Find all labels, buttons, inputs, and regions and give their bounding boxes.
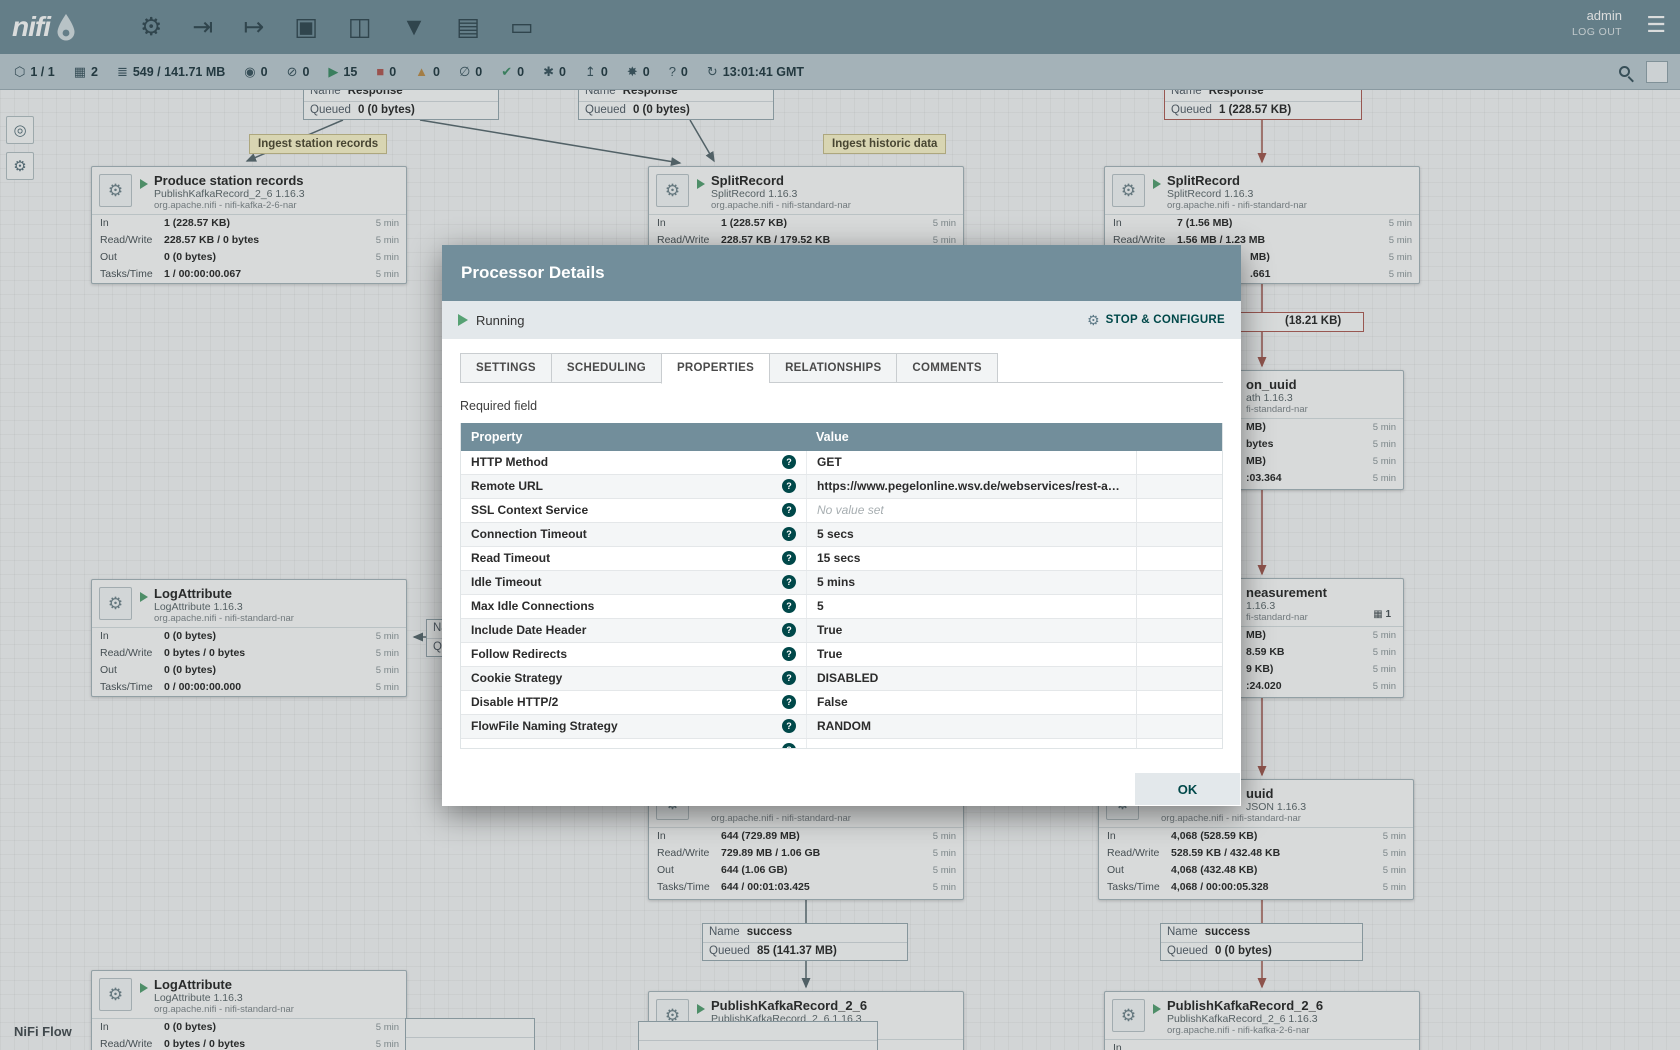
property-value: DISABLED — [806, 667, 1136, 690]
property-name-text: HTTP Method — [471, 455, 548, 469]
property-row[interactable]: HTTP Method? GET — [461, 451, 1222, 475]
property-name: Connection Timeout? — [461, 523, 806, 546]
help-icon[interactable]: ? — [782, 671, 796, 685]
tab-settings[interactable]: SETTINGS — [460, 353, 551, 383]
filler-cell — [1136, 643, 1222, 666]
property-value: 5 secs — [806, 523, 1136, 546]
property-value — [806, 739, 1136, 748]
property-name: Remote URL? — [461, 475, 806, 498]
property-value: True — [806, 643, 1136, 666]
property-name-text: Disable HTTP/2 — [471, 695, 558, 709]
help-icon[interactable]: ? — [782, 551, 796, 565]
property-value: 15 secs — [806, 547, 1136, 570]
stop-configure-label: STOP & CONFIGURE — [1106, 314, 1225, 326]
property-value: 5 — [806, 595, 1136, 618]
help-icon[interactable]: ? — [782, 503, 796, 517]
property-value: False — [806, 691, 1136, 714]
property-row[interactable]: FlowFile Naming Strategy? RANDOM — [461, 715, 1222, 739]
property-row[interactable]: Follow Redirects? True — [461, 643, 1222, 667]
property-row[interactable]: Idle Timeout? 5 mins — [461, 571, 1222, 595]
help-icon[interactable]: ? — [782, 623, 796, 637]
help-icon[interactable]: ? — [782, 719, 796, 733]
filler-cell — [1136, 739, 1222, 748]
property-name: Max Idle Connections? — [461, 595, 806, 618]
property-name-text: Idle Timeout — [471, 575, 541, 589]
ok-button[interactable]: OK — [1135, 773, 1240, 805]
filler-cell — [1136, 715, 1222, 738]
property-name: Cookie Strategy? — [461, 667, 806, 690]
property-name: HTTP Method? — [461, 451, 806, 474]
table-header: Property Value — [461, 423, 1222, 451]
property-name-text: SSL Context Service — [471, 503, 588, 517]
help-icon[interactable]: ? — [782, 743, 796, 748]
help-icon[interactable]: ? — [782, 575, 796, 589]
running-icon — [458, 314, 468, 326]
property-name: Include Date Header? — [461, 619, 806, 642]
property-name: Follow Redirects? — [461, 643, 806, 666]
filler-cell — [1136, 451, 1222, 474]
dialog-tabs: SETTINGS SCHEDULING PROPERTIES RELATIONS… — [460, 353, 1223, 383]
property-name: Idle Timeout? — [461, 571, 806, 594]
tab-scheduling[interactable]: SCHEDULING — [551, 353, 661, 383]
filler-cell — [1136, 619, 1222, 642]
property-name-text: Connection Timeout — [471, 527, 587, 541]
property-name: Disable HTTP/2? — [461, 691, 806, 714]
help-icon[interactable]: ? — [782, 599, 796, 613]
property-name: ? — [461, 739, 806, 748]
help-icon[interactable]: ? — [782, 695, 796, 709]
column-property: Property — [461, 423, 806, 451]
property-row[interactable]: ? — [461, 739, 1222, 748]
property-name-text: Max Idle Connections — [471, 599, 594, 613]
property-value: No value set — [806, 499, 1136, 522]
properties-table: Property Value HTTP Method? GET Remote U… — [460, 423, 1223, 749]
filler-cell — [1136, 499, 1222, 522]
property-name-text: Read Timeout — [471, 551, 550, 565]
property-name: FlowFile Naming Strategy? — [461, 715, 806, 738]
property-row[interactable]: Remote URL? https://www.pegelonline.wsv.… — [461, 475, 1222, 499]
required-field-note: Required field — [460, 399, 1223, 413]
filler-cell — [1136, 691, 1222, 714]
property-row[interactable]: Read Timeout? 15 secs — [461, 547, 1222, 571]
tab-comments[interactable]: COMMENTS — [896, 353, 997, 383]
property-name: Read Timeout? — [461, 547, 806, 570]
help-icon[interactable]: ? — [782, 527, 796, 541]
stop-configure-button[interactable]: ⚙ STOP & CONFIGURE — [1087, 312, 1225, 329]
property-row[interactable]: SSL Context Service? No value set — [461, 499, 1222, 523]
property-row[interactable]: Cookie Strategy? DISABLED — [461, 667, 1222, 691]
help-icon[interactable]: ? — [782, 455, 796, 469]
dialog-status-bar: Running ⚙ STOP & CONFIGURE — [442, 301, 1241, 339]
dialog-title: Processor Details — [442, 245, 1241, 301]
filler-cell — [1136, 547, 1222, 570]
property-row[interactable]: Disable HTTP/2? False — [461, 691, 1222, 715]
property-value: True — [806, 619, 1136, 642]
filler-cell — [1136, 571, 1222, 594]
table-body: HTTP Method? GET Remote URL? https://www… — [461, 451, 1222, 748]
property-name-text: Cookie Strategy — [471, 671, 562, 685]
help-icon[interactable]: ? — [782, 647, 796, 661]
property-name: SSL Context Service? — [461, 499, 806, 522]
stop-configure-icon: ⚙ — [1087, 312, 1100, 329]
property-value: https://www.pegelonline.wsv.de/webservic… — [806, 475, 1136, 498]
property-row[interactable]: Max Idle Connections? 5 — [461, 595, 1222, 619]
property-value: 5 mins — [806, 571, 1136, 594]
property-value: RANDOM — [806, 715, 1136, 738]
filler-cell — [1136, 475, 1222, 498]
filler-cell — [1136, 667, 1222, 690]
filler-cell — [1136, 595, 1222, 618]
property-row[interactable]: Connection Timeout? 5 secs — [461, 523, 1222, 547]
run-state-label: Running — [476, 313, 524, 328]
property-name-text: FlowFile Naming Strategy — [471, 719, 618, 733]
property-name-text: Follow Redirects — [471, 647, 567, 661]
processor-details-dialog: Processor Details Running ⚙ STOP & CONFI… — [442, 245, 1241, 806]
tab-relationships[interactable]: RELATIONSHIPS — [769, 353, 896, 383]
column-value: Value — [806, 423, 1136, 451]
property-row[interactable]: Include Date Header? True — [461, 619, 1222, 643]
tab-properties[interactable]: PROPERTIES — [661, 353, 769, 384]
help-icon[interactable]: ? — [782, 479, 796, 493]
filler-cell — [1136, 523, 1222, 546]
property-name-text: Remote URL — [471, 479, 543, 493]
property-value: GET — [806, 451, 1136, 474]
property-name-text: Include Date Header — [471, 623, 586, 637]
